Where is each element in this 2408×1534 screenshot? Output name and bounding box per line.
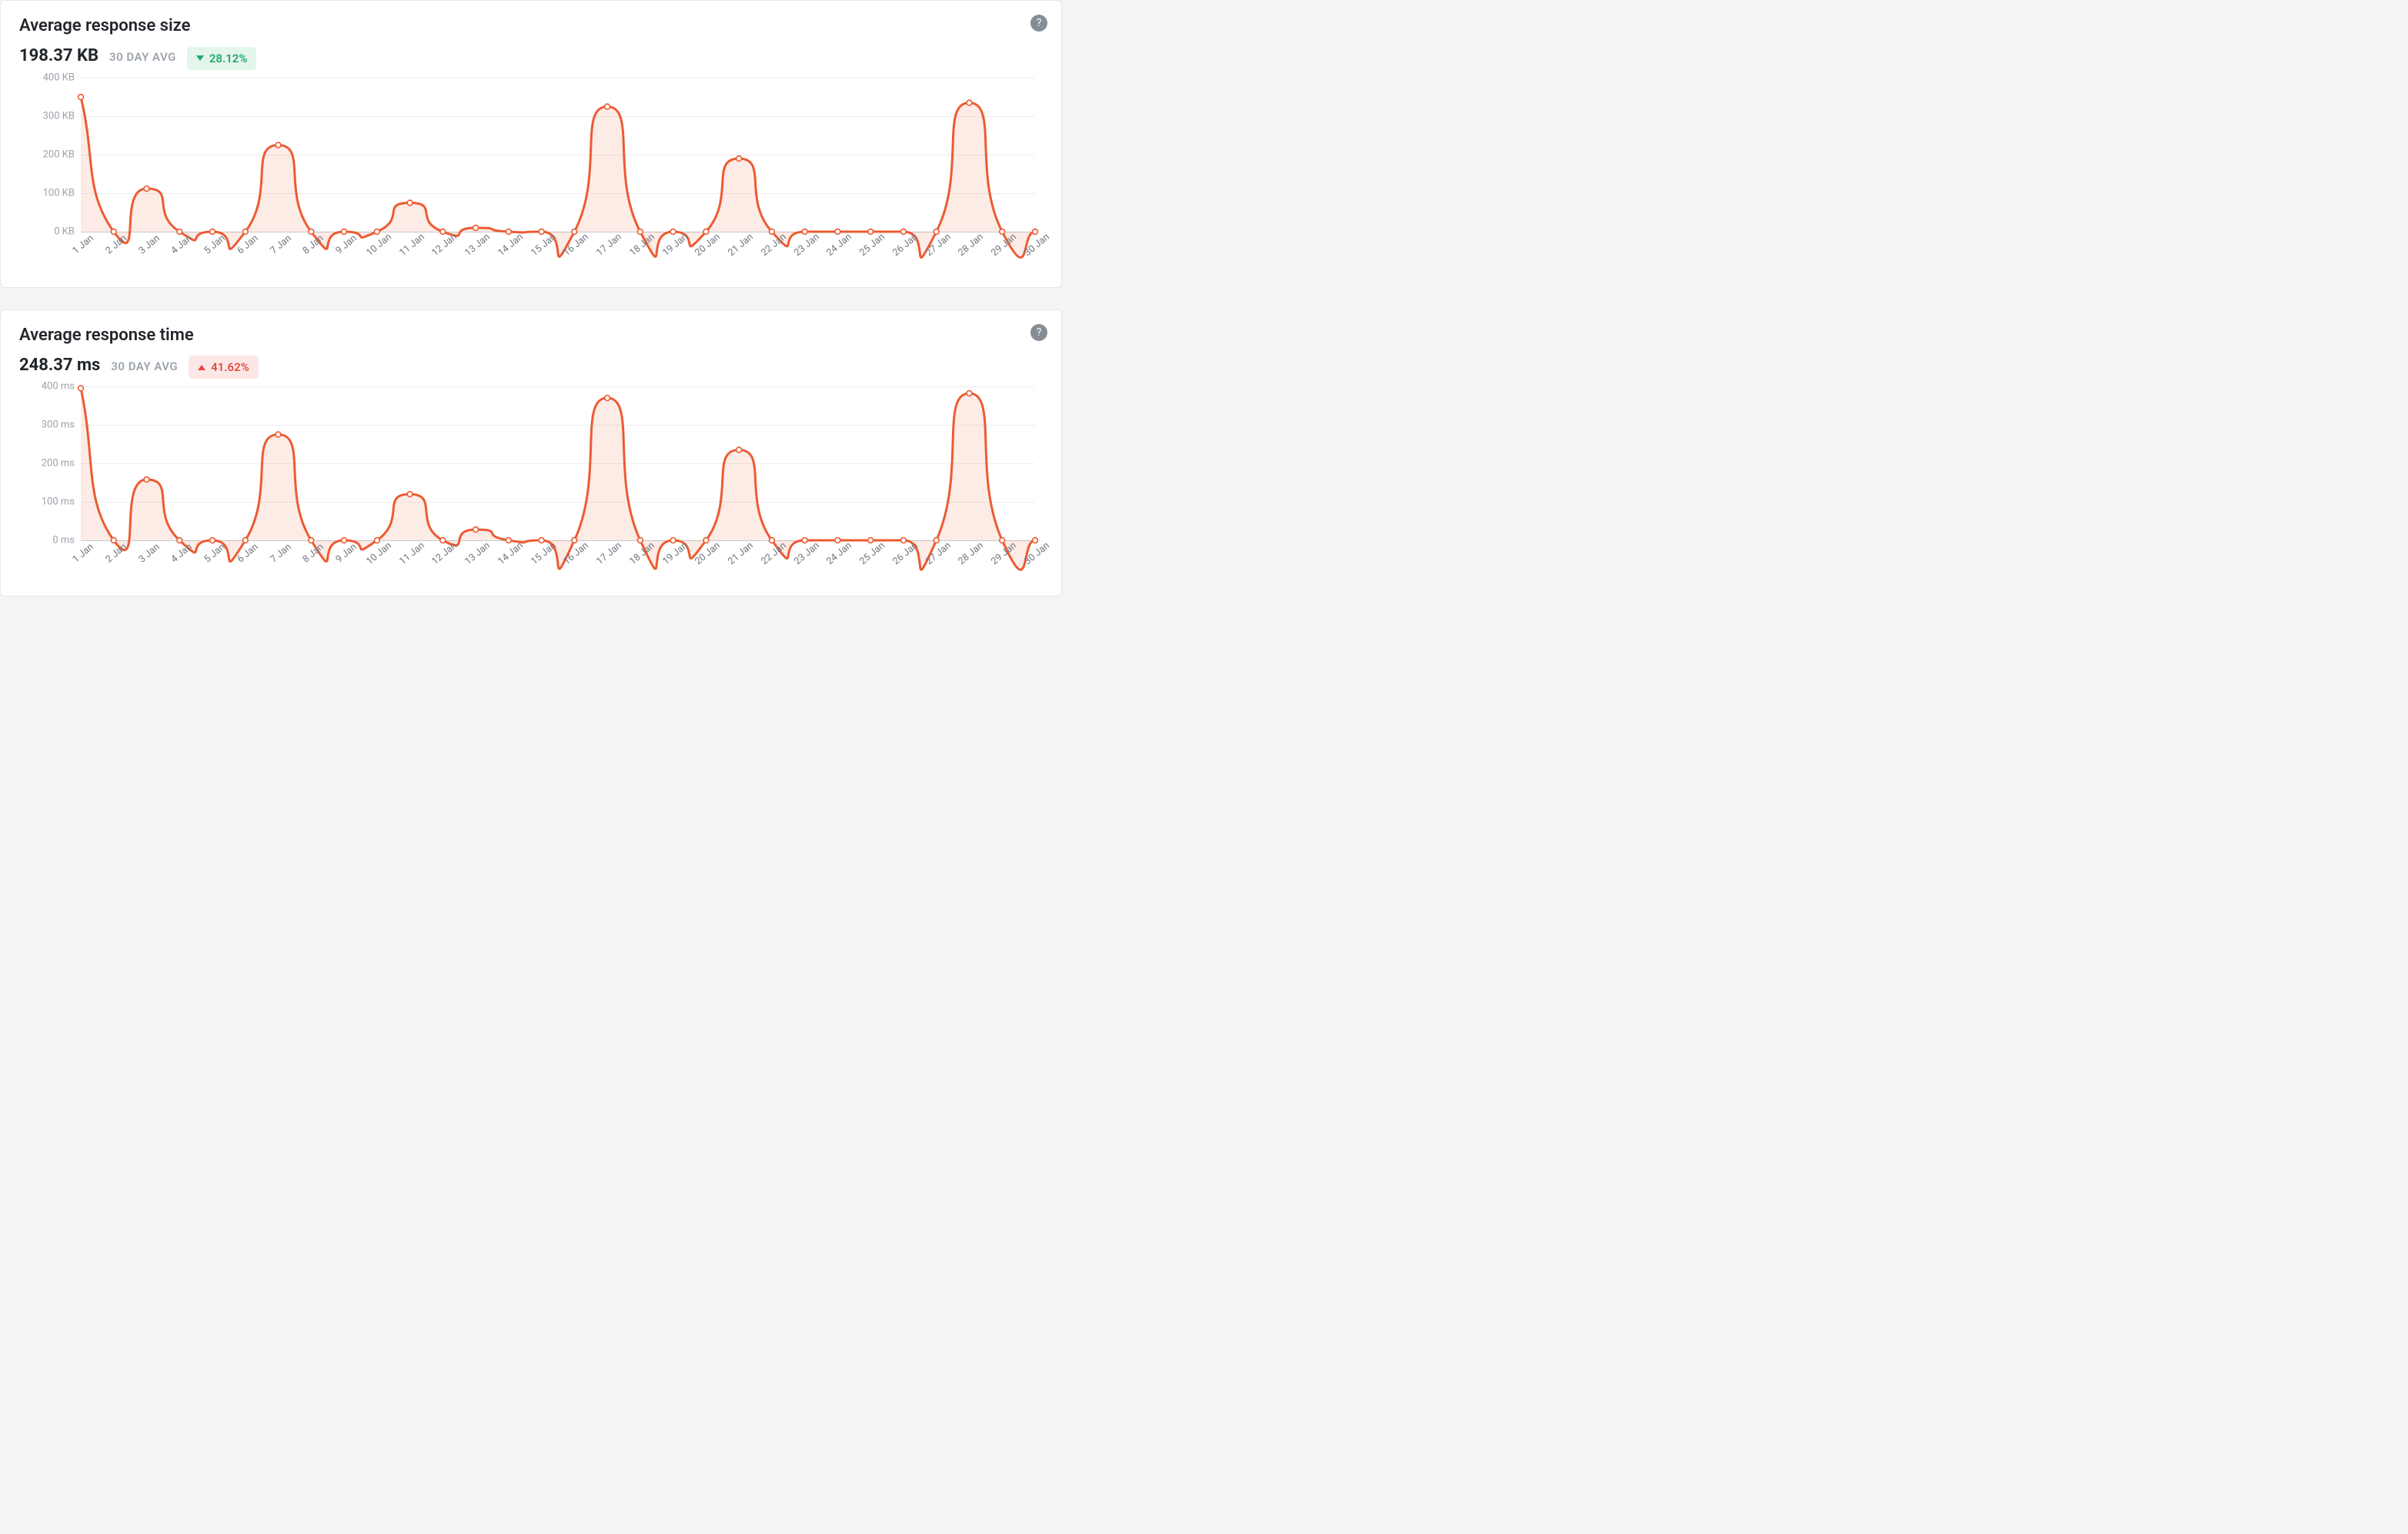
x-tick: 15 Jan (529, 540, 559, 567)
x-tick: 5 Jan (202, 541, 227, 565)
data-point[interactable] (736, 155, 742, 161)
x-tick: 13 Jan (463, 231, 493, 259)
x-tick: 29 Jan (989, 540, 1019, 567)
x-tick: 3 Jan (136, 541, 162, 565)
y-tick: 400 ms (42, 381, 75, 393)
x-tick: 2 Jan (103, 232, 129, 256)
y-tick: 200 KB (43, 149, 75, 160)
data-point[interactable] (967, 100, 972, 105)
x-tick: 13 Jan (463, 540, 493, 567)
x-tick: 7 Jan (268, 541, 293, 565)
x-tick: 9 Jan (334, 541, 359, 565)
y-tick: 400 KB (43, 72, 75, 83)
help-icon[interactable]: ? (1030, 15, 1047, 32)
chart: 0 ms100 ms200 ms300 ms400 ms1 Jan2 Jan3 … (19, 386, 1043, 579)
data-point[interactable] (78, 94, 84, 99)
x-tick: 24 Jan (825, 231, 855, 259)
x-tick: 17 Jan (594, 231, 624, 259)
y-tick: 100 ms (42, 496, 75, 508)
y-tick: 200 ms (42, 458, 75, 470)
triangle-down-icon (196, 55, 204, 61)
x-tick: 9 Jan (334, 232, 359, 256)
data-point[interactable] (473, 527, 479, 533)
x-tick: 8 Jan (301, 232, 326, 256)
x-tick: 5 Jan (202, 232, 227, 256)
summary-period: 30 DAY AVG (109, 50, 176, 64)
x-tick: 23 Jan (792, 231, 822, 259)
x-tick: 7 Jan (268, 232, 293, 256)
summary-value: 198.37 KB (19, 46, 99, 65)
data-point[interactable] (736, 447, 742, 453)
data-point[interactable] (144, 477, 149, 483)
response-time-card: Average response time? 248.37 ms 30 DAY AV… (0, 309, 1062, 597)
delta-text: 28.12% (209, 52, 248, 65)
data-point[interactable] (407, 200, 412, 206)
data-point[interactable] (605, 104, 610, 109)
chart: 0 KB100 KB200 KB300 KB400 KB1 Jan2 Jan3 … (19, 78, 1043, 270)
x-tick: 22 Jan (759, 231, 789, 259)
x-tick: 22 Jan (759, 540, 789, 567)
x-tick: 21 Jan (726, 540, 756, 567)
data-point[interactable] (967, 391, 972, 396)
x-tick: 6 Jan (235, 541, 260, 565)
x-tick: 29 Jan (989, 231, 1019, 259)
x-tick: 25 Jan (857, 231, 887, 259)
x-tick: 11 Jan (397, 231, 427, 259)
summary-row: 198.37 KB 30 DAY AVG 28.12% (19, 46, 1043, 70)
data-point[interactable] (473, 225, 479, 230)
x-tick: 14 Jan (496, 231, 526, 259)
summary-period: 30 DAY AVG (111, 359, 178, 373)
x-tick: 17 Jan (594, 540, 624, 567)
triangle-up-icon (198, 365, 205, 370)
x-tick: 4 Jan (169, 232, 195, 256)
x-tick: 28 Jan (957, 540, 987, 567)
delta-badge: 41.62% (189, 356, 259, 379)
x-tick: 26 Jan (890, 540, 920, 567)
x-tick: 24 Jan (825, 540, 855, 567)
summary-row: 248.37 ms 30 DAY AVG 41.62% (19, 356, 1043, 379)
x-tick: 6 Jan (235, 232, 260, 256)
x-tick: 12 Jan (430, 231, 460, 259)
x-tick: 14 Jan (496, 540, 526, 567)
delta-badge: 28.12% (187, 47, 257, 70)
data-point[interactable] (407, 492, 412, 497)
help-icon[interactable]: ? (1030, 324, 1047, 341)
x-tick: 2 Jan (103, 541, 129, 565)
x-tick: 18 Jan (627, 540, 657, 567)
x-tick: 18 Jan (627, 231, 657, 259)
summary-value: 248.37 ms (19, 356, 100, 375)
x-tick: 15 Jan (529, 231, 559, 259)
y-tick: 0 KB (54, 226, 75, 237)
x-tick: 28 Jan (957, 231, 987, 259)
x-tick: 21 Jan (726, 231, 756, 259)
data-point[interactable] (276, 142, 281, 148)
y-tick: 100 KB (43, 187, 75, 199)
card-title: Average response size (19, 16, 1043, 35)
y-tick: 0 ms (52, 535, 75, 546)
x-tick: 23 Jan (792, 540, 822, 567)
x-tick: 26 Jan (890, 231, 920, 259)
x-tick: 19 Jan (660, 231, 690, 259)
x-tick: 12 Jan (430, 540, 460, 567)
y-tick: 300 KB (43, 110, 75, 122)
x-tick: 11 Jan (397, 540, 427, 567)
data-point[interactable] (144, 185, 149, 191)
y-tick: 300 ms (42, 419, 75, 431)
data-point[interactable] (78, 386, 84, 391)
data-point[interactable] (276, 432, 281, 437)
x-tick: 8 Jan (301, 541, 326, 565)
x-tick: 4 Jan (169, 541, 195, 565)
card-title: Average response time (19, 326, 1043, 345)
x-tick: 25 Jan (857, 540, 887, 567)
x-tick: 3 Jan (136, 232, 162, 256)
response-size-card: Average response size? 198.37 KB 30 DAY AV… (0, 0, 1062, 288)
delta-text: 41.62% (211, 360, 249, 374)
data-point[interactable] (605, 396, 610, 401)
